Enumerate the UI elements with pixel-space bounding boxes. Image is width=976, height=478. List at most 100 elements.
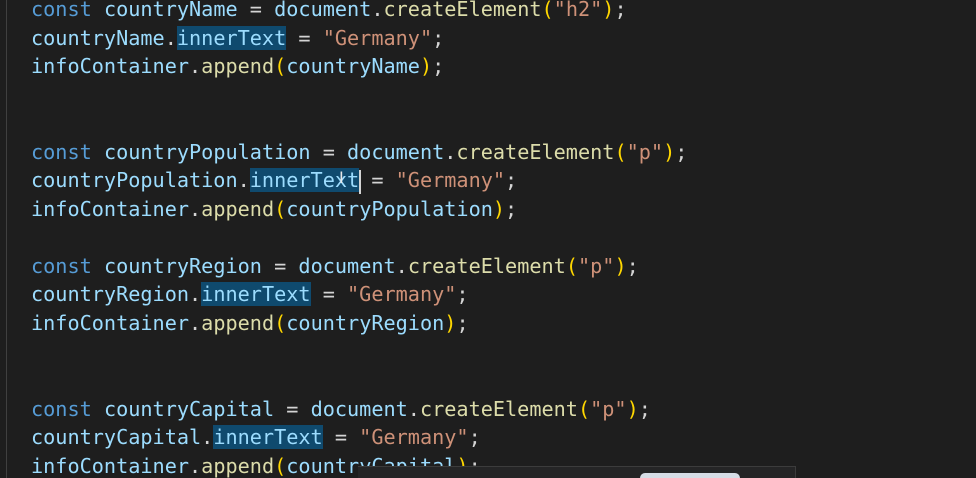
code-token: const	[31, 139, 92, 164]
code-token: countryRegion	[31, 282, 190, 307]
code-token: .	[164, 25, 177, 50]
code-token: )	[444, 311, 457, 336]
code-token: infoContainer	[31, 54, 190, 79]
code-lines[interactable]: const countryName = document.createEleme…	[31, 0, 687, 478]
code-token: countryRegion	[286, 311, 445, 336]
code-editor[interactable]: const countryName = document.createEleme…	[0, 0, 976, 478]
code-token: ;	[456, 282, 469, 307]
code-line[interactable]: infoContainer.append(countryRegion);	[31, 309, 687, 338]
code-token: (	[274, 311, 287, 336]
code-token: =	[286, 25, 323, 50]
code-token: createElement	[383, 0, 542, 21]
code-line[interactable]: const countryPopulation = document.creat…	[31, 138, 687, 167]
code-token: .	[444, 139, 457, 164]
code-line[interactable]	[31, 338, 687, 367]
code-token: (	[565, 253, 578, 278]
code-token: infoContainer	[31, 453, 190, 478]
code-token: document	[298, 253, 396, 278]
code-token: =	[322, 425, 360, 450]
code-token: innerText	[213, 425, 323, 450]
code-token: createElement	[407, 253, 566, 278]
code-token: )	[492, 196, 506, 221]
code-token: .	[189, 282, 202, 307]
code-token: "Germany"	[395, 168, 506, 193]
code-token: ;	[505, 196, 518, 221]
code-token: append	[201, 453, 275, 478]
code-token: =	[274, 396, 311, 421]
code-token: document	[274, 0, 372, 21]
code-token: countryName	[31, 25, 165, 50]
indent-guide	[6, 0, 7, 478]
notification-pill[interactable]	[640, 473, 740, 478]
code-token: )	[614, 253, 627, 278]
code-token: document	[310, 396, 408, 421]
code-token: .	[189, 453, 202, 478]
code-token: (	[541, 0, 554, 21]
code-token: document	[347, 139, 445, 164]
code-line[interactable]	[31, 223, 687, 252]
code-token: .	[395, 253, 408, 278]
code-line[interactable]	[31, 366, 687, 395]
code-token: "Germany"	[322, 25, 433, 50]
code-line[interactable]: const countryRegion = document.createEle…	[31, 252, 687, 281]
code-token: ;	[638, 396, 651, 421]
code-token: "Germany"	[359, 425, 469, 450]
code-token: "h2"	[553, 0, 603, 21]
code-token: .	[237, 168, 250, 193]
code-token: innerText	[201, 282, 311, 307]
code-token: countryPopulation	[31, 168, 238, 193]
code-token: =	[359, 168, 396, 193]
code-token: .	[371, 0, 384, 21]
code-token: infoContainer	[31, 196, 190, 221]
code-token: .	[407, 396, 420, 421]
code-token: )	[602, 0, 615, 21]
code-token: countryPopulation	[103, 139, 311, 164]
code-token: ;	[432, 54, 445, 79]
code-token: (	[614, 139, 627, 164]
code-token: ;	[614, 0, 627, 21]
code-token: const	[31, 396, 92, 421]
code-token: infoContainer	[31, 311, 190, 336]
code-token: createElement	[419, 396, 578, 421]
code-token: =	[310, 282, 348, 307]
code-token: .	[189, 196, 202, 221]
code-token: countryPopulation	[286, 196, 493, 221]
code-token: createElement	[456, 139, 615, 164]
code-line[interactable]: countryName.innerText = "Germany";	[31, 24, 687, 53]
code-line[interactable]: countryRegion.innerText = "Germany";	[31, 280, 687, 309]
code-token: =	[310, 139, 348, 164]
code-line[interactable]: const countryCapital = document.createEl…	[31, 395, 687, 424]
code-token: countryRegion	[103, 253, 262, 278]
code-token: "Germany"	[347, 282, 457, 307]
code-token: .	[189, 311, 202, 336]
code-token: )	[626, 396, 639, 421]
code-line[interactable]: infoContainer.append(countryPopulation);	[31, 195, 687, 224]
code-token: const	[31, 253, 92, 278]
code-line[interactable]: countryCapital.innerText = "Germany";	[31, 423, 687, 452]
code-token: countryName	[286, 54, 420, 79]
text-cursor-icon: I	[339, 168, 344, 187]
code-token: ;	[505, 168, 518, 193]
code-token: "p"	[590, 396, 627, 421]
code-token: =	[261, 253, 299, 278]
code-token: =	[237, 0, 275, 21]
code-token: .	[201, 425, 214, 450]
code-line[interactable]	[31, 81, 687, 110]
code-token: (	[274, 453, 287, 478]
code-token: append	[201, 311, 275, 336]
code-token: )	[419, 54, 433, 79]
code-token: ;	[675, 139, 688, 164]
code-token: innerText	[176, 25, 287, 50]
code-token: countryCapital	[103, 396, 275, 421]
code-token: countryCapital	[31, 425, 202, 450]
code-token: (	[274, 54, 287, 79]
code-line[interactable]	[31, 109, 687, 138]
code-line[interactable]: countryPopulation.innerText = "Germany";	[31, 166, 687, 195]
code-line[interactable]: const countryName = document.createEleme…	[31, 0, 687, 24]
code-token: (	[577, 396, 591, 421]
code-token: "p"	[626, 139, 664, 164]
code-token: append	[201, 196, 275, 221]
code-line[interactable]: infoContainer.append(countryName);	[31, 52, 687, 81]
